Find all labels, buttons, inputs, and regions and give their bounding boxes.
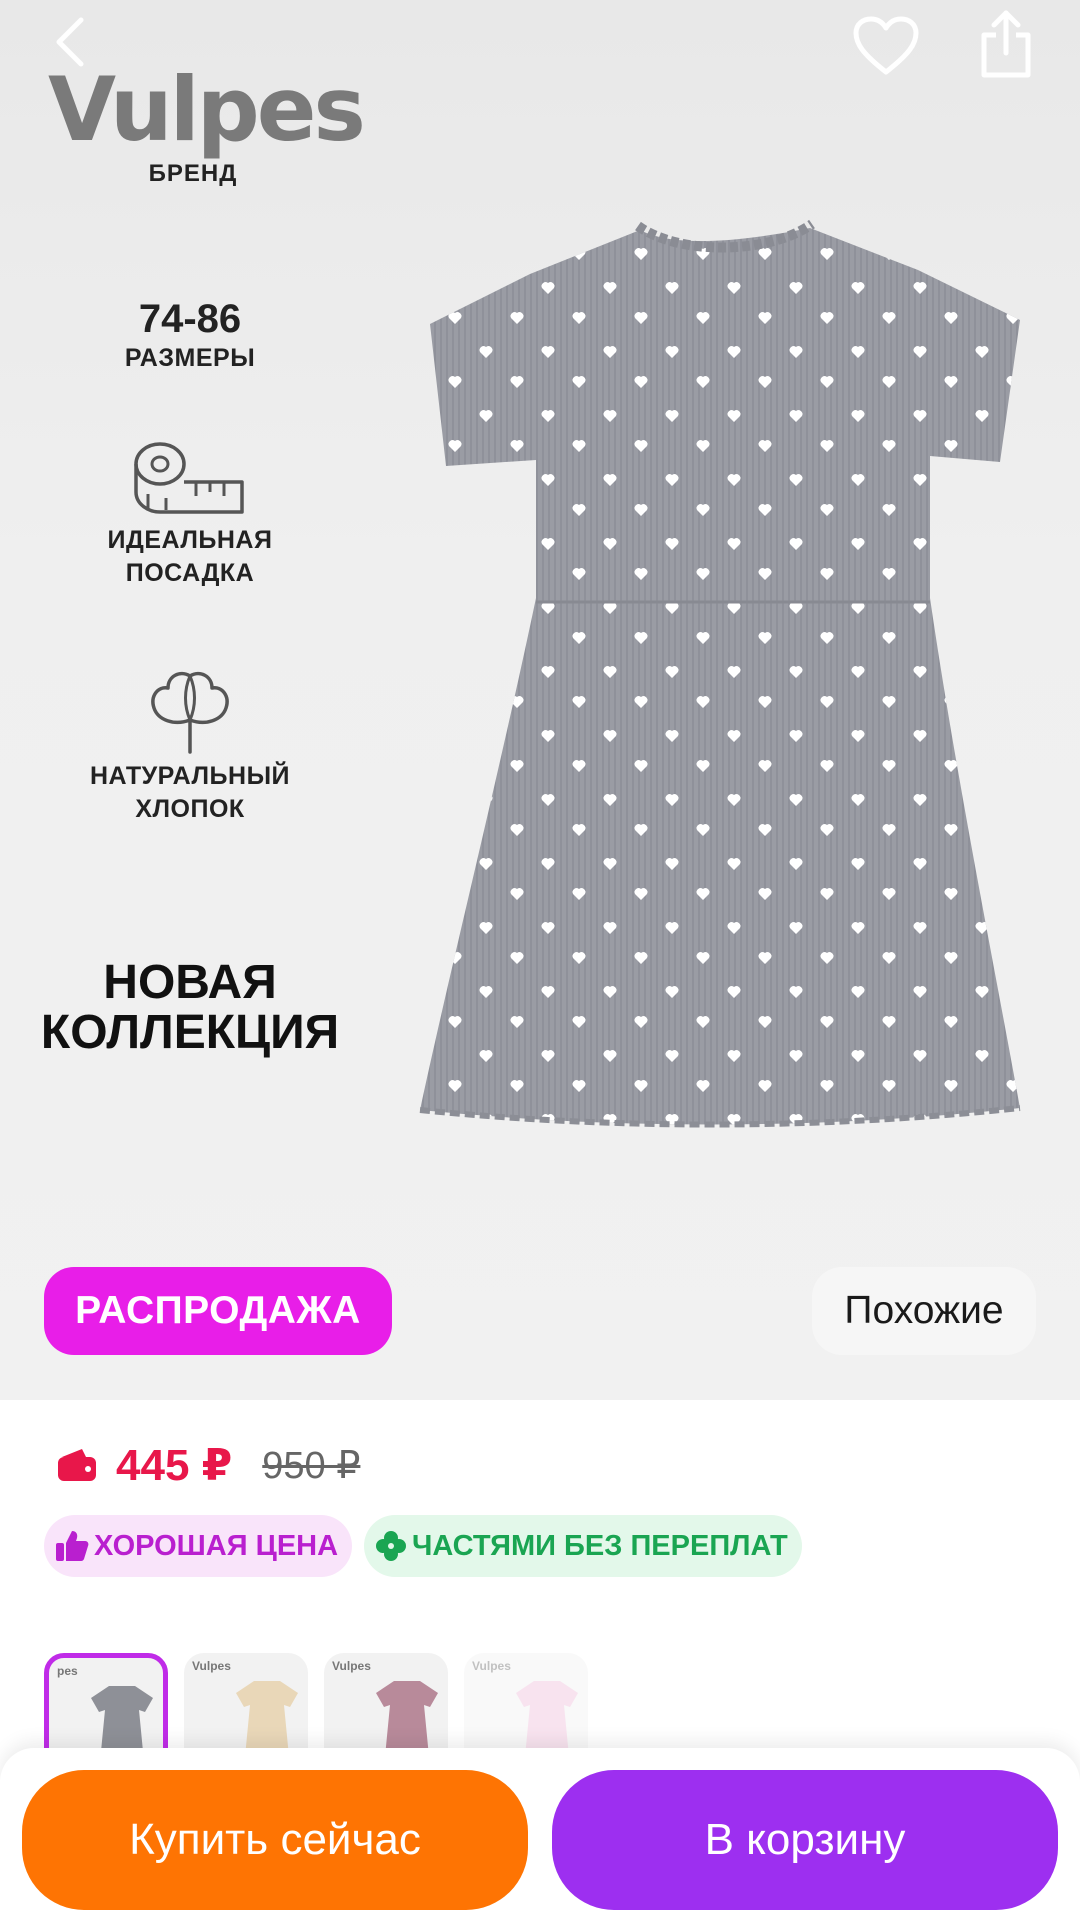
current-price: 445 ₽ xyxy=(116,1440,233,1490)
cotton-label: НАТУРАЛЬНЫЙ ХЛОПОК xyxy=(89,762,291,823)
installments-label: ЧАСТЯМИ БЕЗ ПЕРЕПЛАТ xyxy=(412,1529,788,1562)
product-gallery[interactable]: Vulpes БРЕНД 74-86 РАЗМЕРЫ ИДЕАЛЬНАЯ ПОС… xyxy=(0,0,1080,1400)
clover-icon xyxy=(376,1531,406,1561)
brand-block: Vulpes БРЕНД xyxy=(48,58,366,188)
share-icon xyxy=(981,10,1031,78)
thumbnail-logo: Vulpes xyxy=(472,1659,511,1673)
sizes-label: РАЗМЕРЫ xyxy=(124,344,256,372)
sale-badge[interactable]: РАСПРОДАЖА xyxy=(44,1267,392,1355)
fit-label: ИДЕАЛЬНАЯ ПОСАДКА xyxy=(107,526,273,587)
wallet-icon xyxy=(58,1449,96,1481)
action-bar: Купить сейчас В корзину xyxy=(0,1748,1080,1920)
brand-logo: Vulpes xyxy=(48,58,366,161)
cotton-icon xyxy=(151,671,229,754)
old-price: 950 ₽ xyxy=(262,1444,361,1487)
thumbnail-logo: Vulpes xyxy=(332,1659,371,1673)
heart-icon xyxy=(853,16,919,75)
measuring-tape-icon xyxy=(134,442,244,514)
feature-cotton: НАТУРАЛЬНЫЙ ХЛОПОК xyxy=(40,668,340,826)
buy-now-button[interactable]: Купить сейчас xyxy=(22,1770,528,1910)
feature-fit: ИДЕАЛЬНАЯ ПОСАДКА xyxy=(40,438,340,590)
thumbnail-logo: pes xyxy=(57,1664,78,1678)
share-button[interactable] xyxy=(970,6,1042,82)
good-price-label: ХОРОШАЯ ЦЕНА xyxy=(94,1529,339,1562)
price-row: 445 ₽ 950 ₽ xyxy=(56,1440,360,1490)
brand-subtitle: БРЕНД xyxy=(148,160,238,187)
sizes-range: 74-86 xyxy=(138,297,242,341)
installments-chip[interactable]: ЧАСТЯМИ БЕЗ ПЕРЕПЛАТ xyxy=(364,1515,802,1577)
good-price-chip[interactable]: ХОРОШАЯ ЦЕНА xyxy=(44,1515,352,1577)
similar-button[interactable]: Похожие xyxy=(812,1267,1036,1355)
feature-sizes: 74-86 РАЗМЕРЫ xyxy=(40,296,340,375)
favorite-button[interactable] xyxy=(850,10,922,82)
thumbnail-logo: Vulpes xyxy=(192,1659,231,1673)
new-collection-headline: НОВАЯ КОЛЛЕКЦИЯ xyxy=(40,956,340,1059)
product-image-dress xyxy=(419,219,1021,1128)
thumbs-up-icon xyxy=(56,1531,89,1561)
thumbnail-strip: pes Vulpes Vulpes Vulpes xyxy=(44,1653,588,1773)
add-to-cart-button[interactable]: В корзину xyxy=(552,1770,1058,1910)
